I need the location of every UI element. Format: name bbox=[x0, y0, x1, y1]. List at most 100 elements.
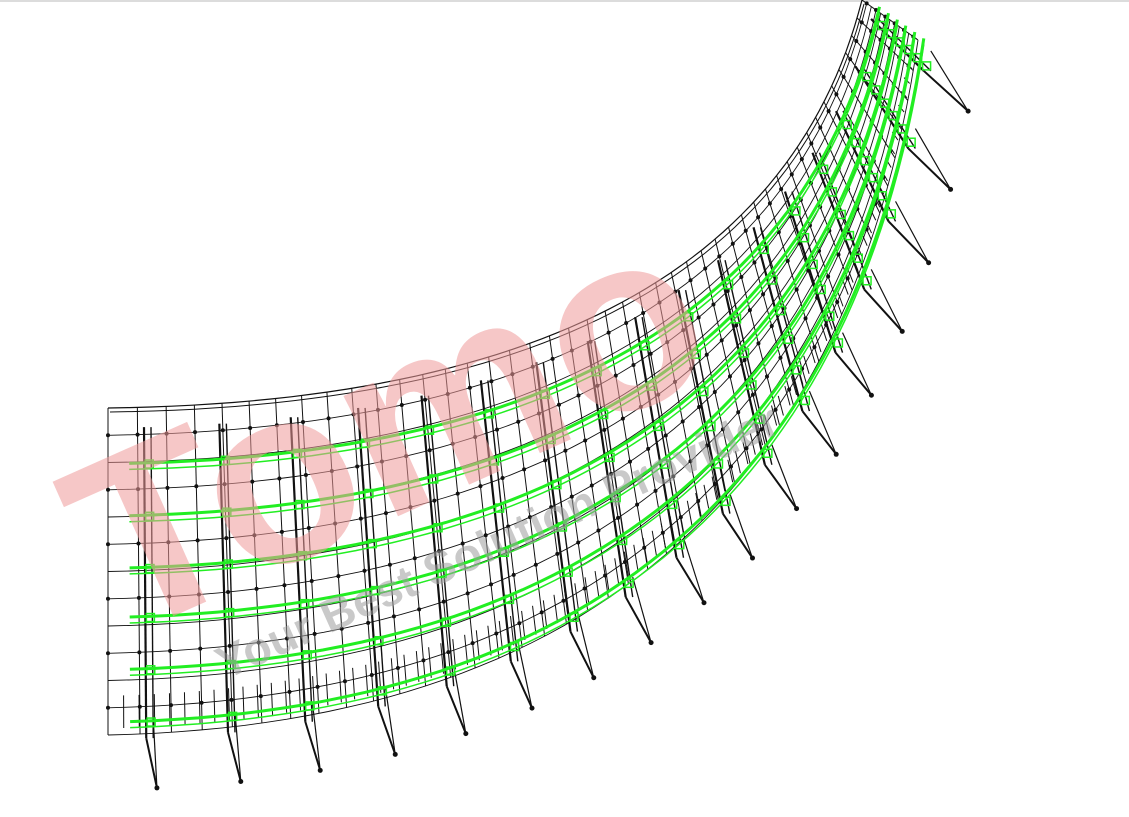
base-brace bbox=[553, 594, 559, 624]
leg-foot bbox=[868, 392, 874, 398]
leg-foot bbox=[154, 785, 160, 791]
connector-node bbox=[756, 215, 761, 220]
support-leg bbox=[887, 220, 930, 264]
connector-node bbox=[470, 641, 475, 646]
connector-node bbox=[489, 582, 494, 587]
leg-foot bbox=[591, 675, 597, 681]
connector-node bbox=[756, 341, 761, 346]
base-brace bbox=[642, 537, 648, 564]
connector-node bbox=[555, 551, 560, 556]
connector-node bbox=[812, 345, 817, 350]
connector-node bbox=[779, 187, 784, 192]
connector-node bbox=[446, 650, 451, 655]
leg-foot bbox=[926, 260, 932, 266]
connector-node bbox=[258, 694, 263, 699]
connector-node bbox=[539, 610, 544, 615]
base-brace bbox=[594, 571, 600, 599]
connector-node bbox=[841, 74, 846, 79]
leg-foot bbox=[965, 108, 971, 114]
connector-node bbox=[787, 387, 792, 392]
leg-foot bbox=[948, 186, 954, 192]
connector-node bbox=[229, 697, 234, 702]
leg-foot bbox=[648, 640, 654, 646]
base-brace bbox=[487, 625, 492, 656]
connector-node bbox=[719, 338, 724, 343]
connector-node bbox=[533, 562, 538, 567]
connector-node bbox=[494, 631, 499, 636]
connector-node bbox=[703, 266, 708, 271]
leg-foot bbox=[899, 328, 905, 334]
connector-node bbox=[761, 292, 766, 297]
connector-node bbox=[809, 141, 814, 146]
connector-node bbox=[717, 254, 722, 259]
base-brace bbox=[633, 544, 639, 572]
support-leg bbox=[675, 557, 705, 604]
support-brace bbox=[841, 332, 872, 396]
connector-node bbox=[854, 38, 859, 43]
base-brace bbox=[695, 492, 701, 517]
leg-foot bbox=[749, 555, 755, 561]
base-brace bbox=[574, 583, 580, 612]
connector-node bbox=[441, 599, 446, 604]
base-brace bbox=[532, 605, 537, 635]
support-leg bbox=[569, 631, 595, 679]
support-leg bbox=[863, 288, 903, 333]
connector-node bbox=[818, 125, 823, 130]
connector-node bbox=[369, 672, 374, 677]
support-brace bbox=[632, 576, 652, 643]
support-brace bbox=[894, 201, 930, 264]
leg-foot bbox=[833, 451, 839, 457]
support-leg bbox=[907, 147, 952, 191]
connector-node bbox=[417, 607, 422, 612]
connector-node bbox=[794, 287, 799, 292]
connector-node bbox=[835, 299, 840, 304]
base-brace bbox=[686, 500, 693, 526]
connector-node bbox=[739, 274, 744, 279]
connector-node bbox=[742, 358, 747, 363]
connector-node bbox=[778, 355, 783, 360]
connector-node bbox=[727, 374, 732, 379]
connector-node bbox=[834, 92, 839, 97]
support-leg bbox=[923, 70, 969, 112]
connector-node bbox=[864, 1, 869, 6]
support-brace bbox=[682, 537, 705, 603]
support-leg bbox=[801, 410, 837, 455]
connector-node bbox=[517, 621, 522, 626]
connector-node bbox=[315, 684, 320, 689]
connector-node bbox=[773, 407, 778, 412]
connector-node bbox=[137, 704, 142, 709]
connector-node bbox=[511, 572, 516, 577]
support-leg bbox=[445, 685, 467, 735]
connector-node bbox=[767, 201, 772, 206]
support-brace bbox=[576, 611, 595, 678]
support-leg bbox=[624, 596, 652, 644]
connector-node bbox=[859, 20, 864, 25]
support-brace bbox=[771, 444, 798, 509]
support-brace bbox=[729, 493, 754, 559]
base-brace bbox=[660, 523, 667, 549]
connector-node bbox=[730, 241, 735, 246]
connector-node bbox=[799, 157, 804, 162]
leg-foot bbox=[794, 506, 800, 512]
connector-node bbox=[765, 374, 770, 379]
connector-node bbox=[769, 324, 774, 329]
connector-node bbox=[287, 689, 292, 694]
base-brace bbox=[719, 468, 726, 492]
leg-foot bbox=[701, 600, 707, 606]
base-brace bbox=[521, 610, 526, 641]
connector-node bbox=[688, 278, 693, 283]
connector-node bbox=[848, 57, 853, 62]
support-leg bbox=[722, 513, 754, 559]
support-leg bbox=[764, 464, 798, 510]
connector-node bbox=[747, 308, 752, 313]
connector-node bbox=[711, 302, 716, 307]
connector-node bbox=[576, 540, 581, 545]
support-leg bbox=[377, 706, 397, 755]
support-leg bbox=[834, 352, 873, 396]
connector-node bbox=[395, 666, 400, 671]
connector-node bbox=[845, 276, 850, 281]
connector-node bbox=[596, 528, 601, 533]
base-brace bbox=[498, 620, 503, 651]
leg-foot bbox=[238, 779, 244, 785]
base-brace bbox=[678, 508, 684, 534]
